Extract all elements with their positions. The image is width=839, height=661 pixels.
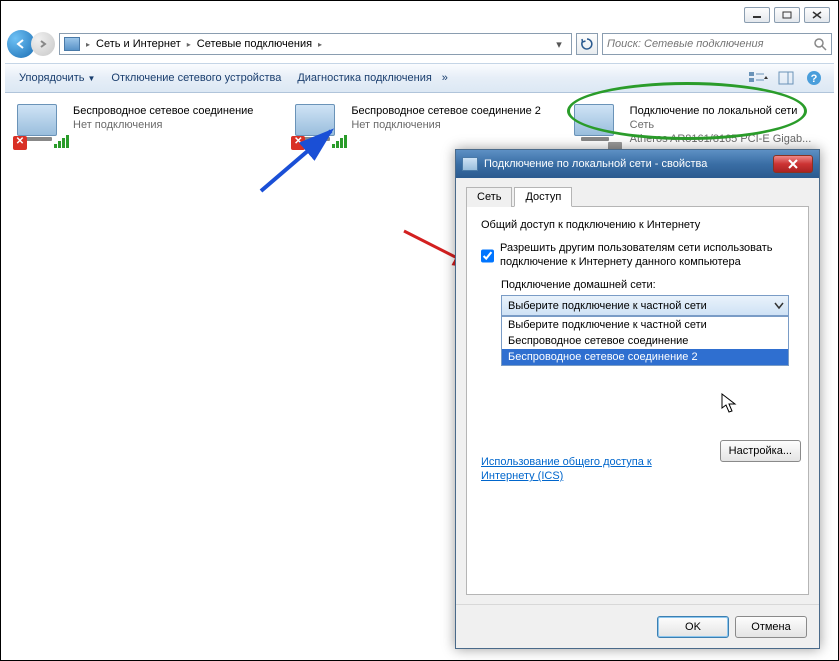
maximize-button[interactable] [774, 7, 800, 23]
close-button[interactable] [804, 7, 830, 23]
properties-dialog: Подключение по локальной сети - свойства… [455, 149, 820, 649]
network-adapter-icon [295, 104, 335, 136]
connection-name: Подключение по локальной сети [630, 104, 812, 118]
chevron-right-icon: ▸ [187, 40, 191, 49]
forward-button[interactable] [31, 32, 55, 56]
home-network-label: Подключение домашней сети: [501, 279, 794, 291]
location-icon [64, 37, 80, 51]
help-button[interactable]: ? [802, 67, 826, 89]
combo-value: Выберите подключение к частной сети [508, 300, 707, 312]
address-bar[interactable]: ▸ Сеть и Интернет ▸ Сетевые подключения … [59, 33, 572, 55]
network-adapter-icon [574, 104, 614, 136]
network-icon [462, 157, 478, 171]
error-badge-icon: ✕ [291, 136, 305, 150]
breadcrumb-leaf[interactable]: Сетевые подключения [197, 38, 312, 50]
disable-device-button[interactable]: Отключение сетевого устройства [105, 68, 287, 88]
dialog-titlebar[interactable]: Подключение по локальной сети - свойства [456, 150, 819, 178]
toolbar-more[interactable]: » [442, 72, 448, 84]
combo-item[interactable]: Выберите подключение к частной сети [502, 317, 788, 333]
search-box[interactable] [602, 33, 832, 55]
wifi-signal-icon [332, 135, 347, 148]
cancel-button[interactable]: Отмена [735, 616, 807, 638]
diagnose-button[interactable]: Диагностика подключения [291, 68, 437, 88]
settings-button[interactable]: Настройка... [720, 440, 801, 462]
connection-network: Сеть [630, 118, 812, 132]
network-adapter-icon [17, 104, 57, 136]
refresh-button[interactable] [576, 33, 598, 55]
dialog-title: Подключение по локальной сети - свойства [484, 158, 707, 170]
allow-sharing-label: Разрешить другим пользователям сети испо… [500, 241, 794, 269]
home-network-combo[interactable]: Выберите подключение к частной сети [501, 295, 789, 316]
organize-label: Упорядочить [19, 72, 84, 84]
chevron-right-icon: ▸ [318, 40, 322, 49]
chevron-down-icon [774, 301, 784, 311]
connection-status: Нет подключения [351, 118, 541, 132]
connection-item-wireless-1[interactable]: ✕ Беспроводное сетевое соединение Нет по… [17, 104, 265, 146]
organize-menu[interactable]: Упорядочить ▼ [13, 68, 101, 88]
ics-help-link[interactable]: Использование общего доступа к Интернету… [481, 455, 681, 483]
minimize-button[interactable] [744, 7, 770, 23]
combo-item[interactable]: Беспроводное сетевое соединение [502, 333, 788, 349]
connection-device: Atheros AR8161/8165 PCI-E Gigab... [630, 132, 812, 146]
combo-item-highlighted[interactable]: Беспроводное сетевое соединение 2 [502, 349, 788, 365]
view-options-button[interactable] [746, 67, 770, 89]
connection-status: Нет подключения [73, 118, 253, 132]
dialog-close-button[interactable] [773, 155, 813, 173]
ok-button[interactable]: OK [657, 616, 729, 638]
svg-text:?: ? [811, 73, 818, 85]
search-input[interactable] [607, 38, 809, 50]
tab-sharing[interactable]: Доступ [514, 187, 572, 207]
group-title: Общий доступ к подключению к Интернету [481, 219, 794, 231]
chevron-right-icon: ▸ [86, 40, 90, 49]
breadcrumb-root[interactable]: Сеть и Интернет [96, 38, 181, 50]
connection-item-wireless-2[interactable]: ✕ Беспроводное сетевое соединение 2 Нет … [295, 104, 543, 146]
tab-network[interactable]: Сеть [466, 187, 512, 207]
combo-dropdown-list: Выберите подключение к частной сети Бесп… [501, 316, 789, 366]
address-dropdown[interactable]: ▾ [551, 38, 567, 51]
allow-sharing-checkbox[interactable] [481, 243, 494, 269]
connection-item-lan[interactable]: Подключение по локальной сети Сеть Ather… [574, 104, 822, 146]
wifi-signal-icon [54, 135, 69, 148]
connection-name: Беспроводное сетевое соединение 2 [351, 104, 541, 118]
chevron-down-icon: ▼ [87, 74, 95, 83]
preview-pane-button[interactable] [774, 67, 798, 89]
error-badge-icon: ✕ [13, 136, 27, 150]
connection-name: Беспроводное сетевое соединение [73, 104, 253, 118]
search-icon [813, 37, 827, 51]
